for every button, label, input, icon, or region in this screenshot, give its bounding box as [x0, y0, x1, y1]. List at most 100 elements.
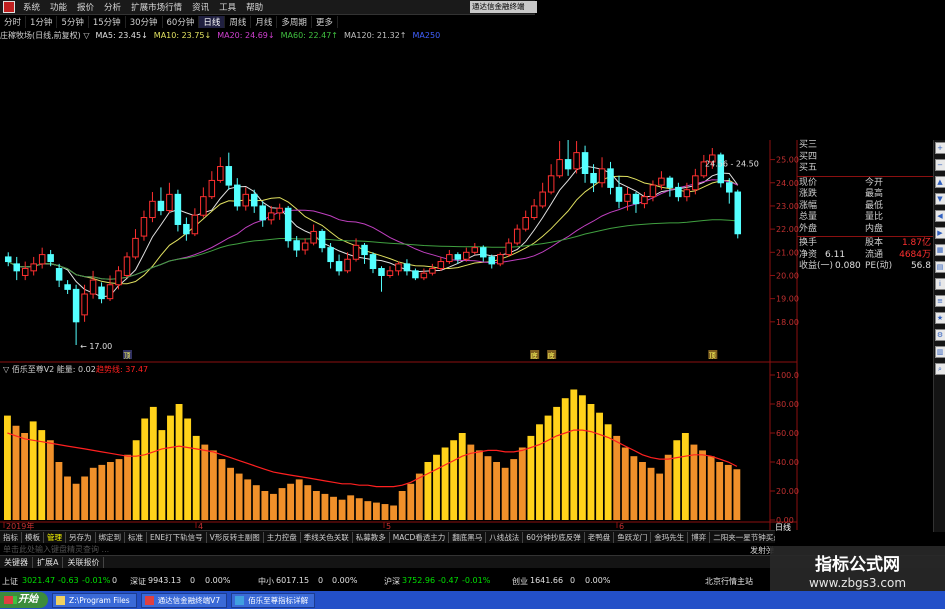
- zoom-out-icon[interactable]: −: [934, 159, 945, 171]
- menu-item[interactable]: 分析: [99, 1, 126, 13]
- tab-extension-a[interactable]: 扩展A: [33, 556, 64, 568]
- menu-item[interactable]: 报价: [72, 1, 99, 13]
- indicator-tab[interactable]: 模板: [22, 531, 44, 543]
- candle-body: [149, 200, 156, 219]
- indicator-tab[interactable]: 私募教多: [353, 531, 390, 543]
- indicator-bar: [321, 493, 329, 520]
- zoom-in-icon[interactable]: +: [934, 142, 945, 154]
- main-indicator-title[interactable]: 庄稼牧场(日线,前复权) ▽: [0, 30, 89, 41]
- indicator-bar: [707, 456, 715, 520]
- search-icon[interactable]: ⌕: [934, 363, 945, 375]
- period-item[interactable]: 60分钟: [163, 16, 200, 28]
- arrow-up-icon[interactable]: ▲: [934, 176, 945, 188]
- indicator-bar: [364, 501, 372, 520]
- price-tick-label: 19.00: [776, 295, 799, 304]
- start-label: 开始: [18, 594, 38, 605]
- low-price-label: ← 17.00: [80, 342, 112, 351]
- taskbar-item[interactable]: 佰乐至尊指标详解: [231, 592, 316, 608]
- indicator-tab[interactable]: 金玛先生: [651, 531, 689, 543]
- chart-icon[interactable]: ▥: [934, 346, 945, 358]
- sub-indicator-title: ▽ 佰乐至尊V2 能量: 0.02: [3, 364, 96, 374]
- indicator-bar: [141, 418, 149, 520]
- ticker-label[interactable]: 深证: [130, 576, 146, 587]
- candle-body: [446, 254, 453, 263]
- indicator-axis: 100.080.0060.0040.0020.000.00: [770, 371, 799, 525]
- indicator-tab[interactable]: 二阳夹一星节钟买点: [710, 532, 775, 543]
- indicator-tab[interactable]: 老鸭盘: [585, 531, 615, 543]
- indicator-tab[interactable]: 八线战法: [486, 531, 524, 543]
- candle-body: [412, 270, 419, 279]
- indicator-bar: [664, 454, 672, 520]
- keyboard-hint[interactable]: 单击此处输入键盘精灵查询 ...: [3, 544, 109, 555]
- indicator-tab[interactable]: 主力控盘: [264, 531, 301, 543]
- taskbar-item[interactable]: Z:\Program Files: [52, 592, 137, 608]
- indicator-tab[interactable]: 另存为: [66, 531, 96, 543]
- ticker-amount: 0: [570, 576, 576, 585]
- menu-item[interactable]: 帮助: [241, 1, 268, 13]
- arrow-down-icon[interactable]: ▼: [934, 193, 945, 205]
- menu-item[interactable]: 系统: [18, 1, 45, 13]
- server-label[interactable]: 北京行情主站: [705, 576, 753, 587]
- ticker-label[interactable]: 上证: [2, 576, 18, 587]
- settings-icon[interactable]: ⚙: [934, 329, 945, 341]
- period-item[interactable]: 1分钟: [26, 16, 58, 28]
- indicator-bar: [381, 504, 389, 520]
- tab-key-panel[interactable]: 关键器: [0, 556, 33, 568]
- list-icon[interactable]: ≡: [934, 295, 945, 307]
- indicator-bar: [261, 491, 269, 520]
- star-icon[interactable]: ★: [934, 312, 945, 324]
- indicator-tab[interactable]: 标准: [125, 531, 147, 543]
- quote-value: 6.11: [825, 249, 846, 260]
- arrow-right-icon[interactable]: ▶: [934, 227, 945, 239]
- info-icon[interactable]: i: [934, 278, 945, 290]
- indicator-bar: [587, 404, 595, 520]
- price-tick-label: 20.00: [776, 271, 799, 280]
- candle-body: [250, 193, 258, 207]
- order-label: 买五: [799, 163, 818, 173]
- tab-related-quote[interactable]: 关联报价: [63, 556, 105, 568]
- trend-line-value: 趋势线: 37.47: [96, 364, 148, 374]
- indicator-tab[interactable]: 60分钟抄底反弹: [523, 531, 585, 543]
- period-item[interactable]: 5分钟: [57, 16, 89, 28]
- indicator-tab[interactable]: 管理: [44, 531, 66, 543]
- indicator-bar: [681, 433, 689, 520]
- menu-item[interactable]: 扩展市场行情: [126, 1, 187, 13]
- ticker-label[interactable]: 创业: [512, 576, 528, 587]
- order-label: 买三: [799, 140, 818, 150]
- indicator-tab[interactable]: 翻底黑马: [449, 531, 487, 543]
- indicator-tab[interactable]: 鱼跃龙门: [614, 531, 652, 543]
- indicator-tab[interactable]: 指标: [0, 531, 22, 543]
- candle-body: [234, 184, 241, 207]
- period-item-daily[interactable]: 日线: [199, 16, 226, 28]
- indicator-tab[interactable]: MACD看透主力: [390, 531, 450, 543]
- chart-icon[interactable]: ▦: [934, 244, 945, 256]
- period-item[interactable]: 多周期: [277, 16, 312, 28]
- indicator-tab[interactable]: 绑定到: [96, 531, 125, 543]
- period-item[interactable]: 周线: [225, 16, 252, 28]
- indicator-tab[interactable]: 博弈: [688, 531, 711, 543]
- period-item[interactable]: 30分钟: [126, 16, 163, 28]
- candle-body: [395, 263, 402, 272]
- indicator-tick-label: 80.00: [776, 400, 799, 409]
- ma250-value: MA250: [412, 30, 441, 40]
- menu-item[interactable]: 功能: [45, 1, 72, 13]
- period-item[interactable]: 分时: [0, 16, 27, 28]
- period-item-more[interactable]: 更多: [312, 16, 338, 28]
- indicator-tab[interactable]: ENE打下轨信号: [147, 531, 207, 543]
- period-item[interactable]: 15分钟: [89, 16, 126, 28]
- indicator-bar: [699, 450, 706, 520]
- grid-icon[interactable]: ▤: [934, 261, 945, 273]
- start-button[interactable]: 开始: [0, 592, 48, 608]
- candle-body: [4, 256, 12, 263]
- candle-body: [259, 205, 266, 221]
- taskbar-item[interactable]: 通达信金融终端V7: [140, 592, 228, 608]
- indicator-tab[interactable]: V形反转主副图: [207, 531, 264, 543]
- arrow-left-icon[interactable]: ◀: [934, 210, 945, 222]
- menu-item[interactable]: 资讯: [187, 1, 214, 13]
- menu-item[interactable]: 工具: [214, 1, 241, 13]
- ticker-label[interactable]: 沪深: [384, 576, 400, 587]
- app-icon: [3, 1, 15, 13]
- period-item[interactable]: 月线: [251, 16, 278, 28]
- ticker-label[interactable]: 中小: [258, 576, 274, 587]
- indicator-tab[interactable]: 季线关色关联: [301, 531, 353, 543]
